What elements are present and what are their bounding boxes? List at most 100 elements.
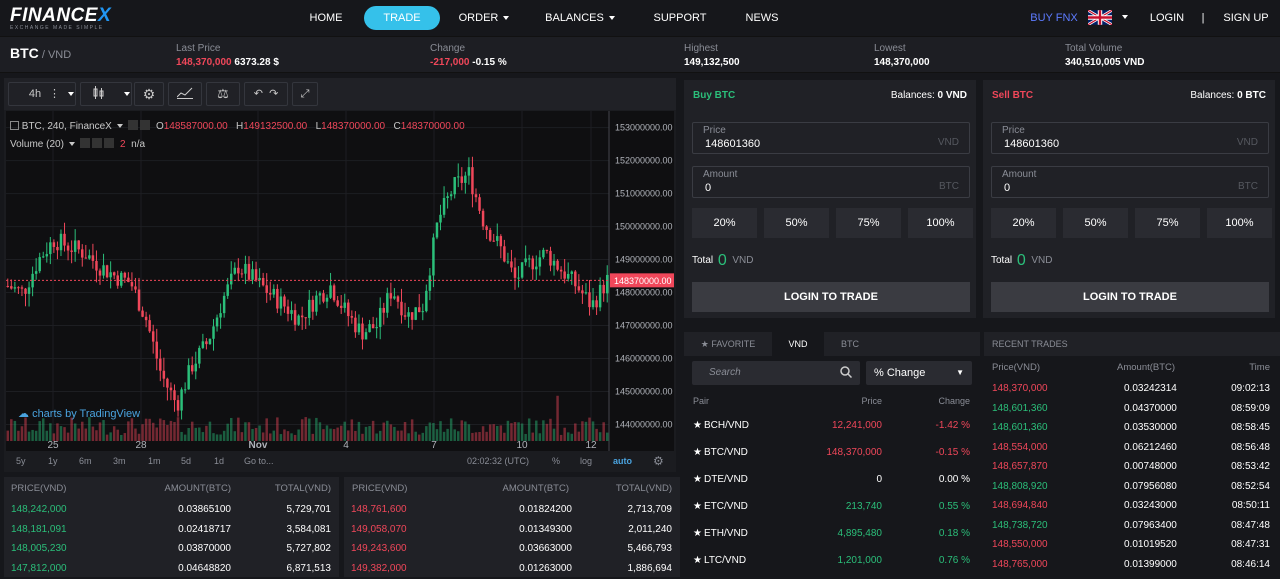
market-row[interactable]: ★ ETC/VND 213,740 0.55 % [684,493,980,520]
nav-support[interactable]: SUPPORT [648,6,712,30]
search-input[interactable]: Search [692,361,860,385]
candle-body [70,250,73,252]
range-3m[interactable]: 3m [113,456,126,466]
nav-home[interactable]: HOME [300,6,352,30]
nav-trade[interactable]: TRADE [364,6,440,30]
login-link[interactable]: LOGIN [1146,6,1188,30]
asks-row[interactable]: 149,382,000 0.01263000 1,886,694 [344,559,680,579]
interval-select[interactable]: 4h ⋮ [8,82,76,106]
tab-btc[interactable]: BTC [824,332,876,356]
signup-link[interactable]: SIGN UP [1218,6,1274,30]
change: Change -217,000 -0.15 % [430,43,507,68]
tab-vnd[interactable]: VND [772,332,824,356]
sell-pct-50[interactable]: 50% [1063,208,1128,238]
buy-price-input[interactable]: Price 148601360 VND [692,122,970,154]
volume-bar [215,434,219,441]
candle-body [212,326,215,339]
candle-body [410,312,414,320]
range-5y[interactable]: 5y [16,456,26,466]
lang-chevron-icon[interactable] [1122,15,1128,19]
volume-bar [396,430,400,441]
sort-select[interactable]: % Change ▼ [866,361,972,385]
uk-flag-icon[interactable] [1087,9,1113,26]
price-chart[interactable]: 153000000.00 152000000.00 151000000.00 1500… [6,111,674,451]
candle-body [109,272,112,278]
candle-body [34,271,38,274]
trade-amount: 0.04370000 [1124,402,1177,414]
tradingview-watermark[interactable]: ☁ charts by TradingView [18,407,140,420]
trade-price: 148,370,000 [992,383,1048,394]
buy-pct-100[interactable]: 100% [908,208,973,238]
volume-bar [588,417,591,441]
logo[interactable]: FINANCEX EXCHANGE MADE SIMPLE [10,5,120,33]
chart-svg[interactable]: 153000000.00 152000000.00 151000000.00 1500… [6,111,674,451]
range-6m[interactable]: 6m [79,456,92,466]
fullscreen-button[interactable]: ⤢ [292,82,318,106]
star-icon[interactable]: ★ [693,520,702,547]
compare-button[interactable]: ⚖ [206,82,240,106]
range-1m[interactable]: 1m [148,456,161,466]
buy-pct-50[interactable]: 50% [764,208,829,238]
search-icon[interactable] [840,366,852,378]
bids-row[interactable]: 148,181,091 0.02418717 3,584,081 [4,520,339,540]
star-icon[interactable]: ★ [693,439,702,466]
sell-pct-20[interactable]: 20% [991,208,1056,238]
nav-balances[interactable]: BALANCES [540,6,620,30]
bids-row[interactable]: 148,242,000 0.03865100 5,729,701 [4,500,339,520]
sell-pct-100[interactable]: 100% [1207,208,1272,238]
nav-order[interactable]: ORDER [452,6,516,30]
star-icon[interactable]: ★ [693,466,702,493]
eye-icon[interactable] [128,120,139,130]
tab-favorite[interactable]: ★ FAVORITE [684,332,772,356]
sell-pct-75[interactable]: 75% [1135,208,1200,238]
market-row[interactable]: ★ LTC/VND 1,201,000 0.76 % [684,547,980,574]
volume-bar [120,434,123,441]
buy-pct-20[interactable]: 20% [692,208,757,238]
close-icon[interactable] [104,138,115,148]
candle-body [488,229,492,241]
buy-login-button[interactable]: LOGIN TO TRADE [692,282,970,312]
asks-row[interactable]: 149,058,070 0.01349300 2,011,240 [344,520,680,540]
market-row[interactable]: ★ DTE/VND 0 0.00 % [684,466,980,493]
candle-body [151,331,155,342]
volume-bar [368,426,371,441]
sell-login-button[interactable]: LOGIN TO TRADE [991,282,1269,312]
market-row[interactable]: ★ BTC/VND 148,370,000 -0.15 % [684,439,980,466]
asks-row[interactable]: 148,761,600 0.01824200 2,713,709 [344,500,680,520]
gear-icon[interactable]: ⚙ [653,454,664,468]
buy-fnx-link[interactable]: BUY FNX [1024,6,1084,30]
buy-amount-input[interactable]: Amount 0 BTC [692,166,970,198]
auto-toggle[interactable]: auto [613,456,632,466]
asks-row[interactable]: 149,243,600 0.03663000 5,466,793 [344,539,680,559]
volume-bar [300,419,304,441]
candle-body [531,258,534,270]
settings-button[interactable]: ⚙ [134,82,164,106]
bids-row[interactable]: 147,812,000 0.04648820 6,871,513 [4,559,339,579]
trade-price: 148,765,000 [992,558,1048,570]
range-5d[interactable]: 5d [181,456,191,466]
log-toggle[interactable]: log [580,456,592,466]
nav-news[interactable]: NEWS [738,6,786,30]
sell-amount-input[interactable]: Amount 0 BTC [991,166,1269,198]
bids-row[interactable]: 148,005,230 0.03870000 5,727,802 [4,539,339,559]
candle-type-button[interactable] [80,82,132,106]
range-1d[interactable]: 1d [214,456,224,466]
range-1y[interactable]: 1y [48,456,58,466]
star-icon[interactable]: ★ [693,547,702,574]
volume-bar [240,432,244,441]
sell-price-input[interactable]: Price 148601360 VND [991,122,1269,154]
buy-pct-75[interactable]: 75% [836,208,901,238]
goto-date[interactable]: Go to... [244,456,274,466]
collapse-icon[interactable] [10,121,19,130]
indicators-button[interactable] [168,82,202,106]
candle-body [403,315,407,317]
settings-icon[interactable] [140,120,151,130]
volume-bar [325,425,329,441]
volume-bar [407,433,410,441]
star-icon[interactable]: ★ [693,412,702,439]
undo-redo-group[interactable]: ↶ ↷ [244,82,288,106]
percent-toggle[interactable]: % [552,456,560,466]
star-icon[interactable]: ★ [693,493,702,520]
market-row[interactable]: ★ ETH/VND 4,895,480 0.18 % [684,520,980,547]
market-row[interactable]: ★ BCH/VND 12,241,000 -1.42 % [684,412,980,439]
